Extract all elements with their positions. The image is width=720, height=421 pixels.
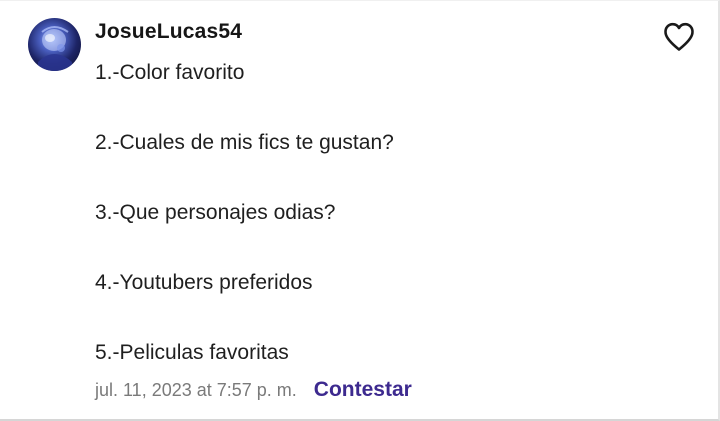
comment-line: 3.-Que personajes odias? bbox=[95, 201, 336, 224]
like-button[interactable] bbox=[662, 21, 696, 53]
heart-outline-icon bbox=[664, 22, 694, 51]
comment-card: JosueLucas54 1.-Color favorito 2.-Cuales… bbox=[0, 0, 720, 421]
avatar-image bbox=[38, 26, 72, 71]
comment-line: 2.-Cuales de mis fics te gustan? bbox=[95, 131, 394, 154]
comment-timestamp: jul. 11, 2023 at 7:57 p. m. bbox=[95, 380, 297, 400]
reply-button[interactable]: Contestar bbox=[314, 378, 412, 402]
comment-meta: jul. 11, 2023 at 7:57 p. m. Contestar bbox=[95, 378, 412, 402]
comment-body: 1.-Color favorito 2.-Cuales de mis fics … bbox=[95, 58, 394, 408]
comment-line: 1.-Color favorito bbox=[95, 61, 245, 84]
comment-author[interactable]: JosueLucas54 bbox=[95, 20, 242, 44]
comment-line: 4.-Youtubers preferidos bbox=[95, 271, 313, 294]
avatar[interactable] bbox=[28, 18, 81, 71]
